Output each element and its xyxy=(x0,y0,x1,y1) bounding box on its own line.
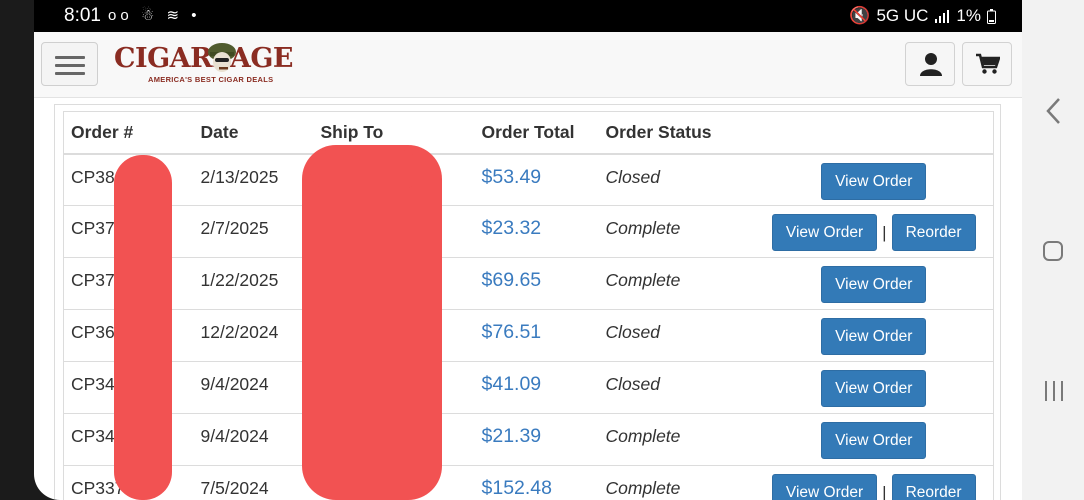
order-status: Complete xyxy=(598,205,755,258)
view-order-button[interactable]: View Order xyxy=(821,318,927,355)
order-date: 9/4/2024 xyxy=(193,361,314,414)
order-total[interactable]: $69.65 xyxy=(474,257,599,310)
table-row: CP337 7/5/2024 $152.48 Complete View Ord… xyxy=(63,465,994,500)
phone-screen: 8:01 oo ☃ ≋ • 🔇 5G UC 1% CIGARPAGE AMERI… xyxy=(34,0,1022,500)
order-date: 12/2/2024 xyxy=(193,309,314,362)
col-order-status: Order Status xyxy=(598,111,755,155)
order-total[interactable]: $21.39 xyxy=(474,413,599,466)
order-date: 2/13/2025 xyxy=(193,153,314,206)
android-nav-bar xyxy=(1022,0,1084,500)
hamburger-icon-bar xyxy=(55,64,85,67)
order-actions: View Order xyxy=(754,361,994,414)
action-separator: | xyxy=(882,482,887,500)
reorder-button[interactable]: Reorder xyxy=(891,474,976,500)
order-total[interactable]: $53.49 xyxy=(474,153,599,206)
order-date: 1/22/2025 xyxy=(193,257,314,310)
order-date: 7/5/2024 xyxy=(193,465,314,500)
order-status: Closed xyxy=(598,309,755,362)
order-actions: View Order | Reorder xyxy=(754,205,994,258)
order-status: Complete xyxy=(598,257,755,310)
col-order-number: Order # xyxy=(63,111,194,155)
battery-icon xyxy=(987,8,996,24)
logo-wordmark: CIGARPAGE xyxy=(114,43,294,74)
table-row: CP349 9/4/2024 $21.39 Complete View Orde… xyxy=(63,413,994,466)
orders-panel: Order # Date Ship To Order Total Order S… xyxy=(54,104,1001,500)
view-order-button[interactable]: View Order xyxy=(771,214,878,251)
battery-label: 1% xyxy=(956,6,981,25)
order-actions: View Order xyxy=(754,257,994,310)
order-date: 9/4/2024 xyxy=(193,413,314,466)
menu-button[interactable] xyxy=(41,42,98,86)
view-order-button[interactable]: View Order xyxy=(821,370,927,407)
soldier-mascot-icon xyxy=(208,43,236,72)
hamburger-icon xyxy=(55,56,85,59)
view-order-button[interactable]: View Order xyxy=(821,162,927,200)
col-date: Date xyxy=(193,111,314,155)
view-order-button[interactable]: View Order xyxy=(771,474,878,500)
mute-icon: 🔇 xyxy=(849,6,871,25)
signal-icon xyxy=(935,10,950,23)
action-separator: | xyxy=(882,222,887,242)
order-status: Closed xyxy=(598,153,755,206)
cart-icon xyxy=(976,53,1000,74)
order-total[interactable]: $23.32 xyxy=(474,205,599,258)
account-button[interactable] xyxy=(905,42,955,86)
hamburger-icon-bar xyxy=(55,72,85,75)
user-icon xyxy=(920,53,942,76)
order-status: Complete xyxy=(598,413,755,466)
home-icon[interactable] xyxy=(1043,241,1063,261)
order-actions: View Order xyxy=(754,413,994,466)
view-order-button[interactable]: View Order xyxy=(821,422,927,459)
site-header: CIGARPAGE AMERICA'S BEST CIGAR DEALS xyxy=(34,32,1022,98)
status-bar: 8:01 oo ☃ ≋ • 🔇 5G UC 1% xyxy=(34,0,1022,32)
redaction-scribble-shipto xyxy=(302,145,442,500)
recent-apps-icon[interactable] xyxy=(1043,380,1065,402)
status-time: 8:01 xyxy=(64,5,101,26)
redaction-scribble-shipto-top xyxy=(310,150,420,190)
order-status: Closed xyxy=(598,361,755,414)
table-row: CP37 2/7/2025 $23.32 Complete View Order… xyxy=(63,205,994,258)
order-total[interactable]: $41.09 xyxy=(474,361,599,414)
order-date: 2/7/2025 xyxy=(193,205,314,258)
col-order-total: Order Total xyxy=(474,111,599,155)
order-actions: View Order xyxy=(754,309,994,362)
back-icon[interactable] xyxy=(1044,96,1062,126)
table-row: CP380 2/13/2025 $53.49 Closed View Order xyxy=(63,153,994,206)
table-row: CP36 12/2/2024 $76.51 Closed View Order xyxy=(63,309,994,362)
order-actions: View Order | Reorder xyxy=(754,465,994,500)
cigarpage-logo[interactable]: CIGARPAGE AMERICA'S BEST CIGAR DEALS xyxy=(114,40,314,90)
cart-button[interactable] xyxy=(962,42,1012,86)
col-actions xyxy=(754,111,994,155)
notification-icons: oo ☃ ≋ • xyxy=(108,7,201,24)
reorder-button[interactable]: Reorder xyxy=(891,214,976,251)
order-total[interactable]: $152.48 xyxy=(474,465,599,500)
table-row: CP37 1/22/2025 $69.65 Complete View Orde… xyxy=(63,257,994,310)
order-actions: View Order xyxy=(754,153,994,206)
view-order-button[interactable]: View Order xyxy=(821,266,927,303)
status-right: 🔇 5G UC 1% xyxy=(849,6,996,26)
table-row: CP34 9/4/2024 $41.09 Closed View Order xyxy=(63,361,994,414)
orders-table: Order # Date Ship To Order Total Order S… xyxy=(63,111,994,500)
redaction-scribble-order xyxy=(114,155,172,500)
logo-tagline: AMERICA'S BEST CIGAR DEALS xyxy=(148,75,274,84)
order-total[interactable]: $76.51 xyxy=(474,309,599,362)
network-label: 5G UC xyxy=(876,6,929,25)
table-header-row: Order # Date Ship To Order Total Order S… xyxy=(63,111,994,155)
order-status: Complete xyxy=(598,465,755,500)
